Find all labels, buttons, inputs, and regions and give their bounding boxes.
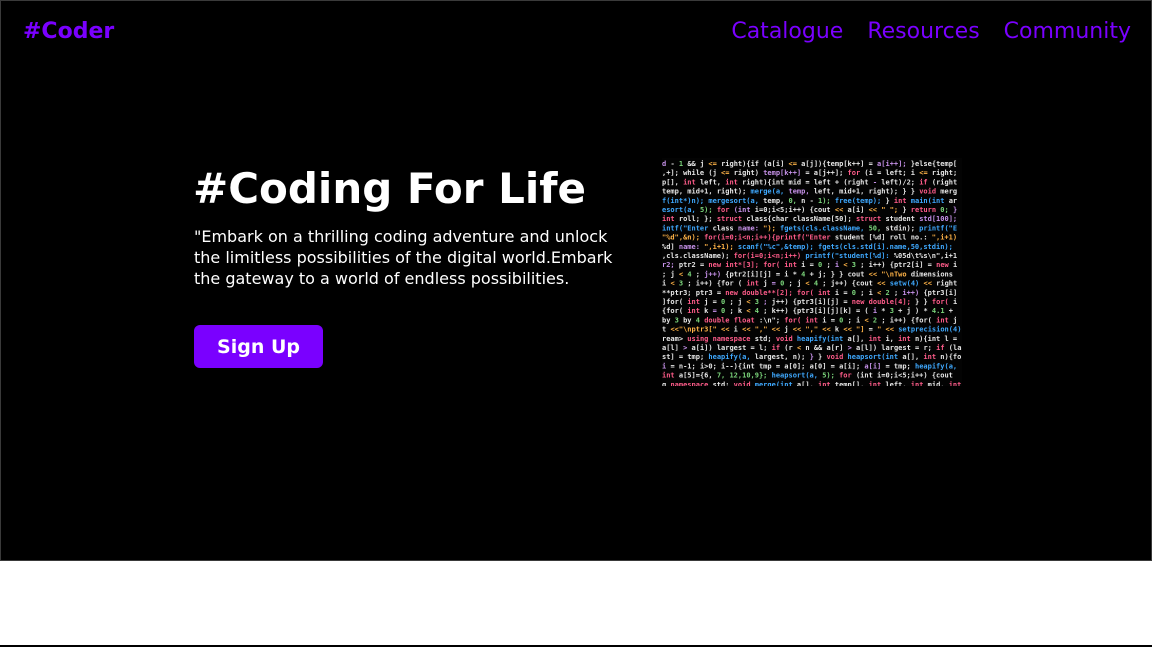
code-line: int roll; }; struct class{char className… [662,215,957,223]
nav-link-resources[interactable]: Resources [867,18,979,46]
hero-tagline: "Embark on a thrilling coding adventure … [194,227,613,288]
code-line: ,+]; while (j <= right) temp[k++] = a[j+… [662,169,957,177]
hero-title: #Coding For Life [193,164,587,213]
code-line: {for( int k = 0 ; k < 4 ; k++) {ptr3[i][… [662,307,953,315]
site-logo[interactable]: #Coder [23,18,114,46]
code-line: st] = tmp; heapify(a, largest, n); } } v… [662,353,961,361]
code-lines-graphic: d - 1 && j <= right){if (a[i] <= a[j]){t… [662,160,961,386]
code-line: i < 3 ; i++) {for ( int j = 0 ; j < 4 ; … [662,280,957,288]
code-line: by 3 by 4 double float :\n"; for( int i … [662,316,957,324]
nav-link-catalogue[interactable]: Catalogue [731,18,843,46]
code-line: intf("Enter class name: "); fgets(cls.cl… [662,224,957,232]
code-line: esort(a, 5); for (int i=0;i<5;i++) {cout… [662,206,957,214]
code-line: g namespace std; void merge(int a[], int… [662,381,961,386]
code-line: ream> using namespace std; void heapify(… [662,335,957,343]
code-line: t <<"\nptr3[" << i << "," << j << "," <<… [662,326,961,334]
page: #Coder Catalogue Resources Community #Co… [0,0,1152,647]
code-line: f(int*)n); mergesort(a, temp, 0, n - 1);… [662,197,957,205]
main-nav: Catalogue Resources Community [731,18,1131,46]
code-line: r2; ptr2 = new int*[3]; for( int i = 0 ;… [662,261,957,269]
code-line: a[l] > a[i]) largest = l; if (r < n && a… [662,344,961,352]
code-screenshot-image: d - 1 && j <= right){if (a[i] <= a[j]){t… [662,158,962,386]
code-line: ; j < 4 ; j++) {ptr2[i][j] = i * 4 + j; … [662,270,953,278]
code-line: ,cls.className); for(i=0;i<n;i++) printf… [662,252,957,260]
sign-up-button[interactable]: Sign Up [194,325,323,368]
code-line: %d] name: ",i+1); scanf("%c",&temp); fge… [662,243,953,251]
code-line: temp, mid+1, right); merge(a, temp, left… [662,188,957,196]
code-line: "%d",&n); for(i=0;i<n;i++){printf("Enter… [662,234,957,242]
nav-link-community[interactable]: Community [1004,18,1131,46]
code-line: i = n-1; i>0; i--){int tmp = a[0]; a[0] … [662,362,957,370]
code-line: int a[5]={6, 7, 12,10,9}; heapsort(a, 5)… [662,372,953,380]
hero-section: #Coder Catalogue Resources Community #Co… [0,0,1152,561]
code-line: p[], int left, int right){int mid = left… [662,178,957,186]
code-line: **ptr3; ptr3 = new double**[2]; for( int… [662,289,957,297]
code-line: d - 1 && j <= right){if (a[i] <= a[j]){t… [662,160,957,168]
code-line: ]for( int j = 0 ; j < 3 ; j++) {ptr3[i][… [662,298,957,306]
